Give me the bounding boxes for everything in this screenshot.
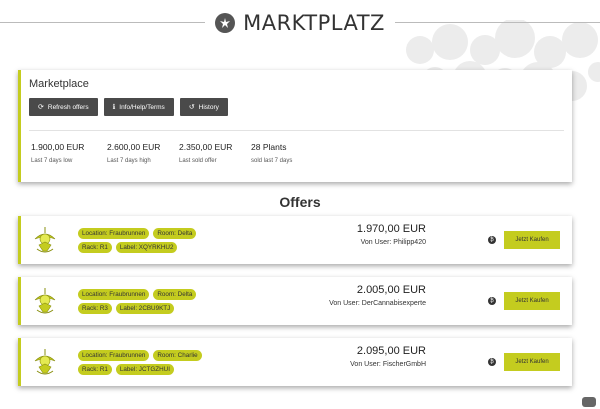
leaf-logo-icon: [215, 13, 236, 33]
plant-logo-icon: [31, 286, 59, 316]
label-tag: Label: 2CBU9KTJ: [115, 303, 175, 314]
refresh-offers-label: Refresh offers: [47, 103, 89, 111]
room-tag: Room: Delta: [153, 289, 197, 300]
plant-logo-icon: [31, 225, 59, 255]
rack-tag: Rack: R1: [78, 242, 112, 253]
info-help-terms-label: Info/Help/Terms: [119, 103, 165, 111]
refresh-offers-button[interactable]: ⟳ Refresh offers: [29, 98, 98, 116]
room-tag: Room: Delta: [153, 228, 197, 239]
stat-value: 1.900,00 EUR: [31, 142, 85, 152]
bitcoin-icon: ₿: [488, 297, 496, 305]
stat-label: sold last 7 days: [251, 158, 293, 164]
marketplace-panel: Marketplace ⟳ Refresh offers ℹ Info/Help…: [18, 70, 572, 182]
offer-price-block: 2.095,00 EUR Von User: FischerGmbH: [350, 345, 426, 368]
stat-value: 28 Plants: [251, 142, 287, 152]
stat-plants-sold: 28 Plants sold last 7 days: [251, 142, 311, 164]
offer-tags: Location: Fraubrunnen Room: Delta Rack: …: [78, 289, 258, 317]
buy-now-button[interactable]: Jetzt Kaufen: [504, 231, 560, 249]
location-tag: Location: Fraubrunnen: [78, 350, 150, 361]
bitcoin-icon: ₿: [488, 236, 496, 244]
label-tag: Label: JCTGZHUI: [115, 364, 174, 375]
history-label: History: [198, 103, 219, 111]
offer-tags: Location: Fraubrunnen Room: Delta Rack: …: [78, 228, 258, 256]
stat-last-sold: 2.350,00 EUR Last sold offer: [179, 142, 235, 164]
chat-icon[interactable]: [582, 397, 596, 407]
stat-label: Last sold offer: [179, 158, 217, 164]
stat-label: Last 7 days low: [31, 158, 73, 164]
location-tag: Location: Fraubrunnen: [78, 289, 150, 300]
offer-card: Location: Fraubrunnen Room: Delta Rack: …: [18, 277, 572, 325]
marketplace-toolbar: ⟳ Refresh offers ℹ Info/Help/Terms ↺ His…: [29, 98, 228, 116]
stat-label: Last 7 days high: [107, 158, 151, 164]
offer-seller: Von User: FischerGmbH: [350, 361, 426, 368]
offer-seller: Von User: DerCannabisexperte: [329, 300, 426, 307]
label-tag: Label: XQYRKHU2: [115, 242, 178, 253]
buy-now-button[interactable]: Jetzt Kaufen: [504, 292, 560, 310]
page-title: MARKTPLATZ: [243, 11, 385, 35]
rack-tag: Rack: R3: [78, 303, 112, 314]
offers-heading: Offers: [279, 194, 321, 210]
stat-value: 2.600,00 EUR: [107, 142, 161, 152]
page-header: MARKTPLATZ: [205, 8, 395, 38]
offer-price-block: 1.970,00 EUR Von User: Philipp420: [357, 223, 426, 246]
marketplace-divider: [29, 130, 564, 131]
location-tag: Location: Fraubrunnen: [78, 228, 150, 239]
room-tag: Room: Charlie: [153, 350, 202, 361]
rack-tag: Rack: R1: [78, 364, 112, 375]
offer-card: Location: Fraubrunnen Room: Charlie Rack…: [18, 338, 572, 386]
stat-high: 2.600,00 EUR Last 7 days high: [107, 142, 163, 164]
history-icon: ↺: [188, 104, 195, 111]
offer-seller: Von User: Philipp420: [360, 239, 426, 246]
bitcoin-icon: ₿: [488, 358, 496, 366]
offer-card: Location: Fraubrunnen Room: Delta Rack: …: [18, 216, 572, 264]
market-stats: 1.900,00 EUR Last 7 days low 2.600,00 EU…: [31, 142, 327, 164]
info-icon: ℹ: [112, 104, 116, 111]
info-help-terms-button[interactable]: ℹ Info/Help/Terms: [103, 98, 174, 116]
stat-value: 2.350,00 EUR: [179, 142, 233, 152]
offer-price: 1.970,00 EUR: [356, 223, 426, 235]
history-button[interactable]: ↺ History: [179, 98, 228, 116]
offer-price: 2.095,00 EUR: [356, 345, 426, 357]
stat-low: 1.900,00 EUR Last 7 days low: [31, 142, 91, 164]
buy-now-button[interactable]: Jetzt Kaufen: [504, 353, 560, 371]
offer-tags: Location: Fraubrunnen Room: Charlie Rack…: [78, 350, 258, 378]
refresh-icon: ⟳: [38, 104, 44, 111]
offer-price-block: 2.005,00 EUR Von User: DerCannabisexpert…: [329, 284, 426, 307]
plant-logo-icon: [31, 347, 59, 377]
marketplace-title: Marketplace: [29, 78, 89, 90]
offer-price: 2.005,00 EUR: [356, 284, 426, 296]
